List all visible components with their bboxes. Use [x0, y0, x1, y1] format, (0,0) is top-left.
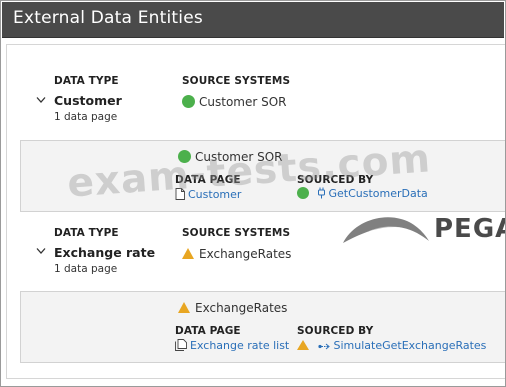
- pega-logo-icon: [343, 217, 429, 243]
- entity-name[interactable]: Exchange rate: [54, 245, 155, 260]
- page-title: External Data Entities: [13, 8, 203, 28]
- detail-system-name: ExchangeRates: [195, 301, 288, 315]
- pega-logo: PEGA: [339, 205, 505, 251]
- data-page-link[interactable]: Exchange rate list: [175, 339, 289, 352]
- warning-icon: [182, 248, 194, 259]
- sourced-by-name[interactable]: SimulateGetExchangeRates: [334, 339, 487, 352]
- data-type-label: DATA TYPE: [54, 227, 119, 239]
- pega-logo-text: PEGA: [434, 214, 505, 244]
- sourced-by-link[interactable]: SimulateGetExchangeRates: [297, 339, 486, 352]
- chevron-down-icon[interactable]: [36, 95, 46, 105]
- entity-name[interactable]: Customer: [54, 93, 122, 108]
- header-bar: External Data Entities: [2, 2, 504, 38]
- data-page-count: 1 data page: [54, 111, 118, 123]
- sourced-by-name[interactable]: GetCustomerData: [329, 187, 428, 200]
- warning-icon: [178, 302, 190, 313]
- status-ok-icon: [182, 95, 195, 108]
- simulation-icon: [317, 343, 330, 350]
- data-page-count: 1 data page: [54, 263, 118, 275]
- source-system-name: ExchangeRates: [199, 247, 292, 261]
- source-systems-label: SOURCE SYSTEMS: [182, 227, 291, 239]
- data-type-label: DATA TYPE: [54, 75, 119, 87]
- source-systems-label: SOURCE SYSTEMS: [182, 75, 291, 87]
- entity-detail-exchange-rate: ExchangeRates DATA PAGE Exchange rate li…: [20, 291, 505, 363]
- document-list-icon: [175, 339, 187, 351]
- detail-source-system: ExchangeRates: [178, 301, 287, 315]
- source-system-name: Customer SOR: [199, 95, 287, 109]
- data-page-label: DATA PAGE: [175, 325, 241, 337]
- warning-icon: [297, 340, 309, 350]
- data-page-name[interactable]: Exchange rate list: [190, 339, 289, 352]
- sourced-by-label: SOURCED BY: [297, 325, 374, 337]
- source-system: Customer SOR: [182, 95, 287, 109]
- window-frame: External Data Entities DATA TYPE Custome…: [0, 0, 506, 387]
- chevron-down-icon[interactable]: [36, 246, 46, 256]
- source-system: ExchangeRates: [182, 247, 291, 261]
